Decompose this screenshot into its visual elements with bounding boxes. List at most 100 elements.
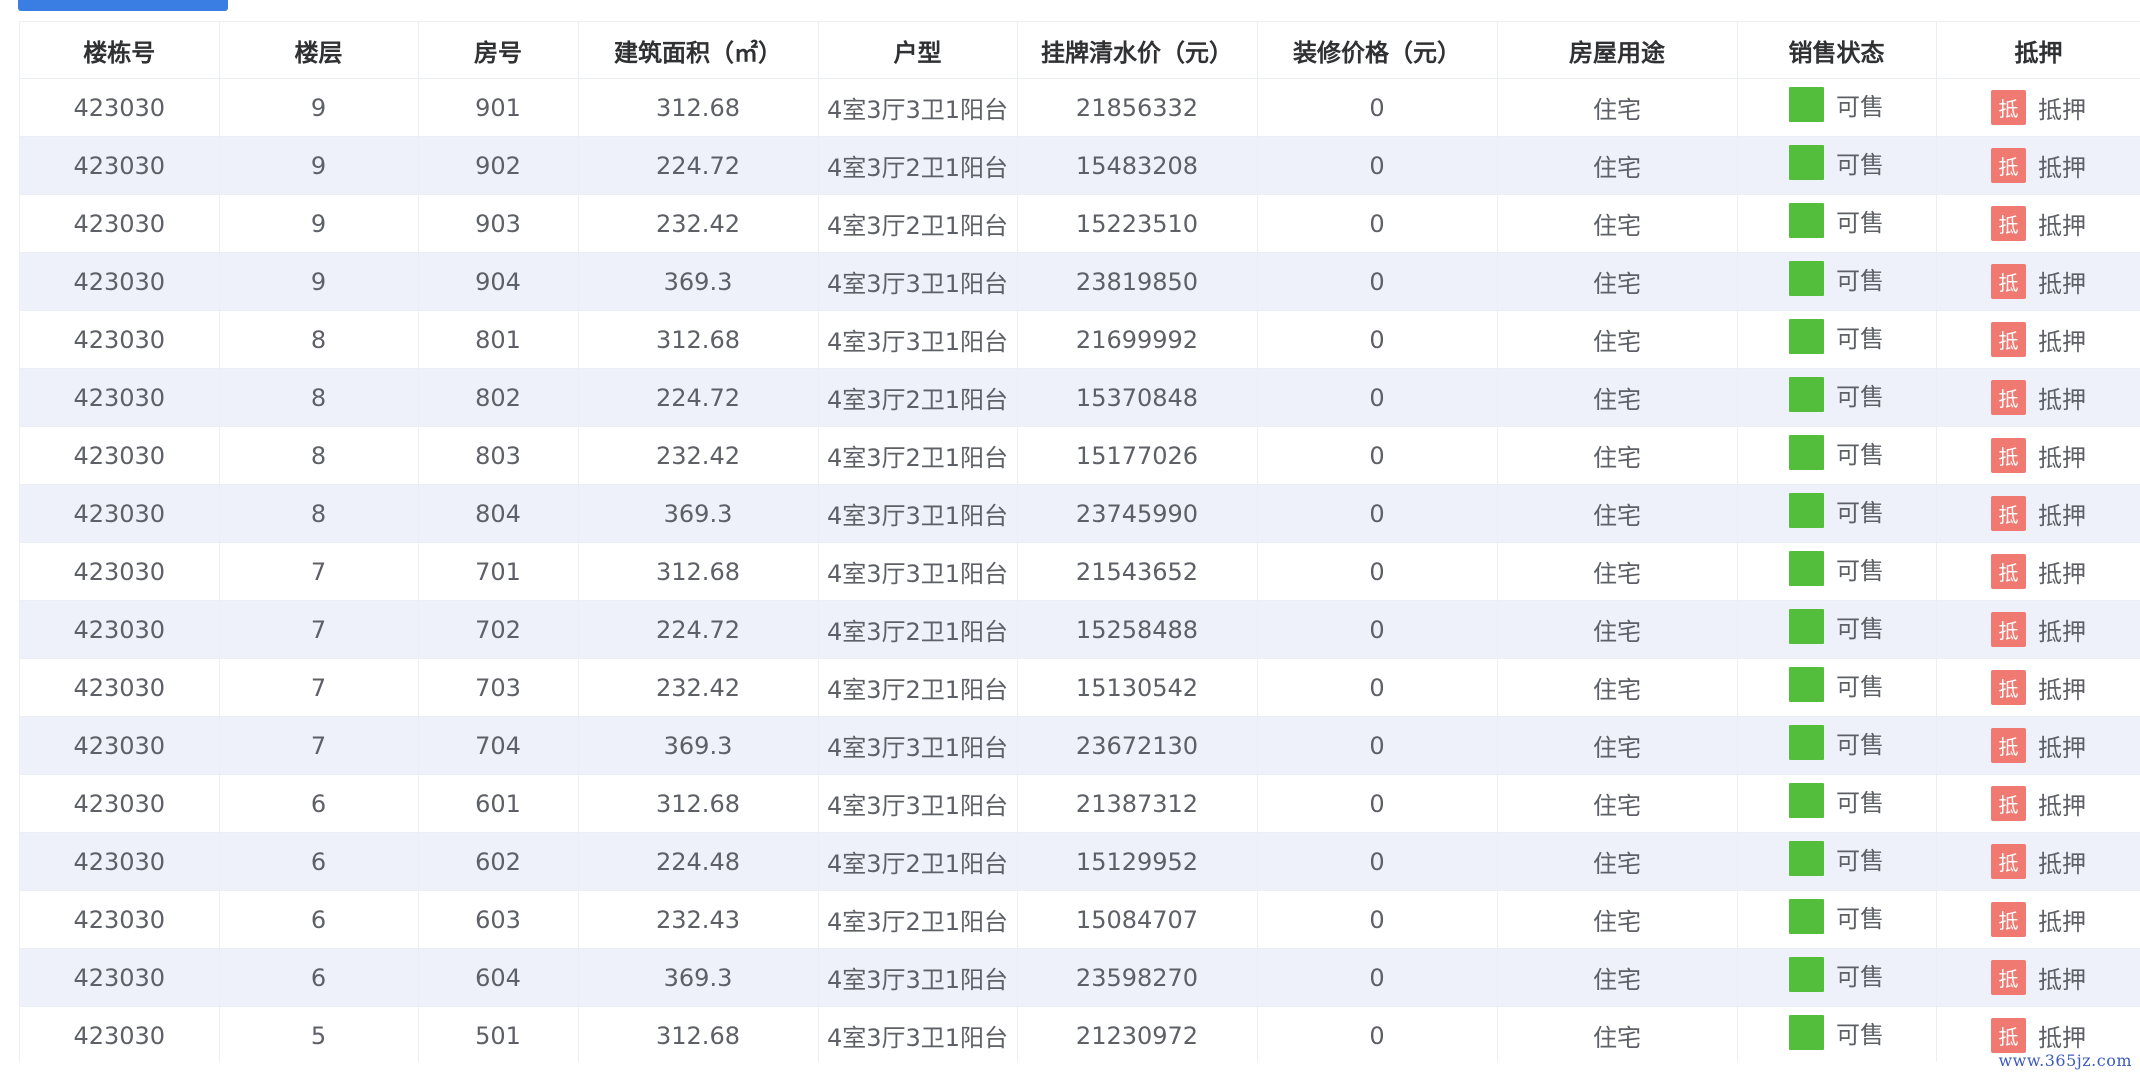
cell-room: 501: [418, 1006, 579, 1062]
table-row[interactable]: 423030 9 903 232.42 4室3厅2卫1阳台 15223510 0 住宅 可售 抵抵…: [20, 194, 2140, 253]
header-price[interactable]: 挂牌清水价（元）: [1017, 21, 1258, 79]
table-row[interactable]: 423030 6 602 224.48 4室3厅2卫1阳台 15129952 0 住宅 可售 抵抵…: [20, 832, 2140, 891]
cell-usage: 住宅: [1497, 1006, 1738, 1062]
table-row[interactable]: 423030 6 604 369.3 4室3厅3卫1阳台 23598270 0 住宅 可售 抵抵押: [20, 948, 2140, 1007]
table-row[interactable]: 423030 6 601 312.68 4室3厅3卫1阳台 21387312 0 住宅 可售 抵抵…: [20, 774, 2140, 833]
cell-price: 21543652: [1017, 542, 1258, 601]
active-tab-indicator[interactable]: [18, 0, 228, 11]
sales-status-indicator: 可售: [1789, 783, 1884, 818]
mortgage-indicator: 抵抵押: [1991, 206, 2086, 241]
cell-decoration-price: 0: [1257, 600, 1498, 659]
mortgage-badge-icon: 抵: [1991, 728, 2026, 763]
cell-floor: 7: [219, 542, 419, 601]
mortgage-badge-icon: 抵: [1991, 1018, 2026, 1053]
sales-status-indicator: 可售: [1789, 261, 1884, 296]
cell-building: 423030: [20, 426, 220, 485]
cell-sales-status: 可售: [1737, 136, 1937, 195]
header-mortgage[interactable]: 抵押: [1936, 21, 2140, 79]
header-room[interactable]: 房号: [418, 21, 579, 79]
cell-sales-status: 可售: [1737, 948, 1937, 1007]
cell-price: 15258488: [1017, 600, 1258, 659]
mortgage-badge-icon: 抵: [1991, 322, 2026, 357]
cell-floor: 8: [219, 484, 419, 543]
mortgage-label: 抵押: [2038, 212, 2086, 240]
header-sales-status[interactable]: 销售状态: [1737, 21, 1937, 79]
cell-sales-status: 可售: [1737, 600, 1937, 659]
cell-mortgage: 抵抵押: [1936, 658, 2140, 717]
cell-room: 804: [418, 484, 579, 543]
cell-usage: 住宅: [1497, 600, 1738, 659]
header-decoration-price[interactable]: 装修价格（元）: [1257, 21, 1498, 79]
cell-decoration-price: 0: [1257, 890, 1498, 949]
header-layout[interactable]: 户型: [818, 21, 1018, 79]
header-building[interactable]: 楼栋号: [20, 21, 220, 79]
table-row[interactable]: 423030 9 901 312.68 4室3厅3卫1阳台 21856332 0 住宅 可售 抵抵…: [20, 78, 2140, 137]
mortgage-indicator: 抵抵押: [1991, 670, 2086, 705]
mortgage-indicator: 抵抵押: [1991, 612, 2086, 647]
cell-price: 23672130: [1017, 716, 1258, 775]
cell-price: 15177026: [1017, 426, 1258, 485]
sales-status-indicator: 可售: [1789, 435, 1884, 470]
cell-room: 802: [418, 368, 579, 427]
table-row[interactable]: 423030 8 803 232.42 4室3厅2卫1阳台 15177026 0 住宅 可售 抵抵…: [20, 426, 2140, 485]
sales-status-label: 可售: [1836, 209, 1884, 237]
cell-layout: 4室3厅2卫1阳台: [818, 600, 1018, 659]
table-header-row: 楼栋号 楼层 房号 建筑面积（㎡） 户型 挂牌清水价（元） 装修价格（元） 房屋…: [20, 21, 2140, 79]
cell-price: 15130542: [1017, 658, 1258, 717]
sales-status-label: 可售: [1836, 441, 1884, 469]
cell-decoration-price: 0: [1257, 832, 1498, 891]
available-status-square-icon: [1789, 551, 1824, 586]
table-row[interactable]: 423030 9 902 224.72 4室3厅2卫1阳台 15483208 0 住宅 可售 抵抵…: [20, 136, 2140, 195]
cell-layout: 4室3厅3卫1阳台: [818, 542, 1018, 601]
cell-decoration-price: 0: [1257, 136, 1498, 195]
cell-usage: 住宅: [1497, 252, 1738, 311]
header-floor[interactable]: 楼层: [219, 21, 419, 79]
sales-status-indicator: 可售: [1789, 145, 1884, 180]
sales-status-label: 可售: [1836, 963, 1884, 991]
cell-price: 15084707: [1017, 890, 1258, 949]
cell-decoration-price: 0: [1257, 658, 1498, 717]
cell-floor: 8: [219, 310, 419, 369]
cell-floor: 7: [219, 600, 419, 659]
cell-decoration-price: 0: [1257, 310, 1498, 369]
cell-building: 423030: [20, 310, 220, 369]
table-row[interactable]: 423030 8 804 369.3 4室3厅3卫1阳台 23745990 0 住宅 可售 抵抵押: [20, 484, 2140, 543]
table-row[interactable]: 423030 7 703 232.42 4室3厅2卫1阳台 15130542 0 住宅 可售 抵抵…: [20, 658, 2140, 717]
sales-status-indicator: 可售: [1789, 551, 1884, 586]
table-row[interactable]: 423030 8 802 224.72 4室3厅2卫1阳台 15370848 0 住宅 可售 抵抵…: [20, 368, 2140, 427]
table-row[interactable]: 423030 7 701 312.68 4室3厅3卫1阳台 21543652 0 住宅 可售 抵抵…: [20, 542, 2140, 601]
sales-status-indicator: 可售: [1789, 493, 1884, 528]
mortgage-label: 抵押: [2038, 386, 2086, 414]
mortgage-indicator: 抵抵押: [1991, 844, 2086, 879]
cell-area: 369.3: [578, 484, 819, 543]
mortgage-badge-icon: 抵: [1991, 554, 2026, 589]
cell-decoration-price: 0: [1257, 78, 1498, 137]
mortgage-badge-icon: 抵: [1991, 902, 2026, 937]
cell-sales-status: 可售: [1737, 542, 1937, 601]
available-status-square-icon: [1789, 319, 1824, 354]
mortgage-label: 抵押: [2038, 270, 2086, 298]
sales-status-indicator: 可售: [1789, 841, 1884, 876]
cell-building: 423030: [20, 368, 220, 427]
cell-floor: 9: [219, 136, 419, 195]
sales-status-indicator: 可售: [1789, 899, 1884, 934]
cell-building: 423030: [20, 542, 220, 601]
cell-area: 312.68: [578, 542, 819, 601]
table-row[interactable]: 423030 6 603 232.43 4室3厅2卫1阳台 15084707 0 住宅 可售 抵抵…: [20, 890, 2140, 949]
cell-usage: 住宅: [1497, 948, 1738, 1007]
cell-layout: 4室3厅3卫1阳台: [818, 1006, 1018, 1062]
mortgage-label: 抵押: [2038, 154, 2086, 182]
table-row[interactable]: 423030 5 501 312.68 4室3厅3卫1阳台 21230972 0 住宅 可售 抵抵…: [20, 1006, 2140, 1062]
housing-table: 楼栋号 楼层 房号 建筑面积（㎡） 户型 挂牌清水价（元） 装修价格（元） 房屋…: [20, 21, 2140, 1062]
header-area[interactable]: 建筑面积（㎡）: [578, 21, 819, 79]
mortgage-label: 抵押: [2038, 966, 2086, 994]
cell-area: 312.68: [578, 310, 819, 369]
cell-area: 232.43: [578, 890, 819, 949]
table-row[interactable]: 423030 8 801 312.68 4室3厅3卫1阳台 21699992 0 住宅 可售 抵抵…: [20, 310, 2140, 369]
header-usage[interactable]: 房屋用途: [1497, 21, 1738, 79]
cell-building: 423030: [20, 252, 220, 311]
table-row[interactable]: 423030 7 704 369.3 4室3厅3卫1阳台 23672130 0 住宅 可售 抵抵押: [20, 716, 2140, 775]
cell-layout: 4室3厅3卫1阳台: [818, 948, 1018, 1007]
table-row[interactable]: 423030 7 702 224.72 4室3厅2卫1阳台 15258488 0 住宅 可售 抵抵…: [20, 600, 2140, 659]
table-row[interactable]: 423030 9 904 369.3 4室3厅3卫1阳台 23819850 0 住宅 可售 抵抵押: [20, 252, 2140, 311]
